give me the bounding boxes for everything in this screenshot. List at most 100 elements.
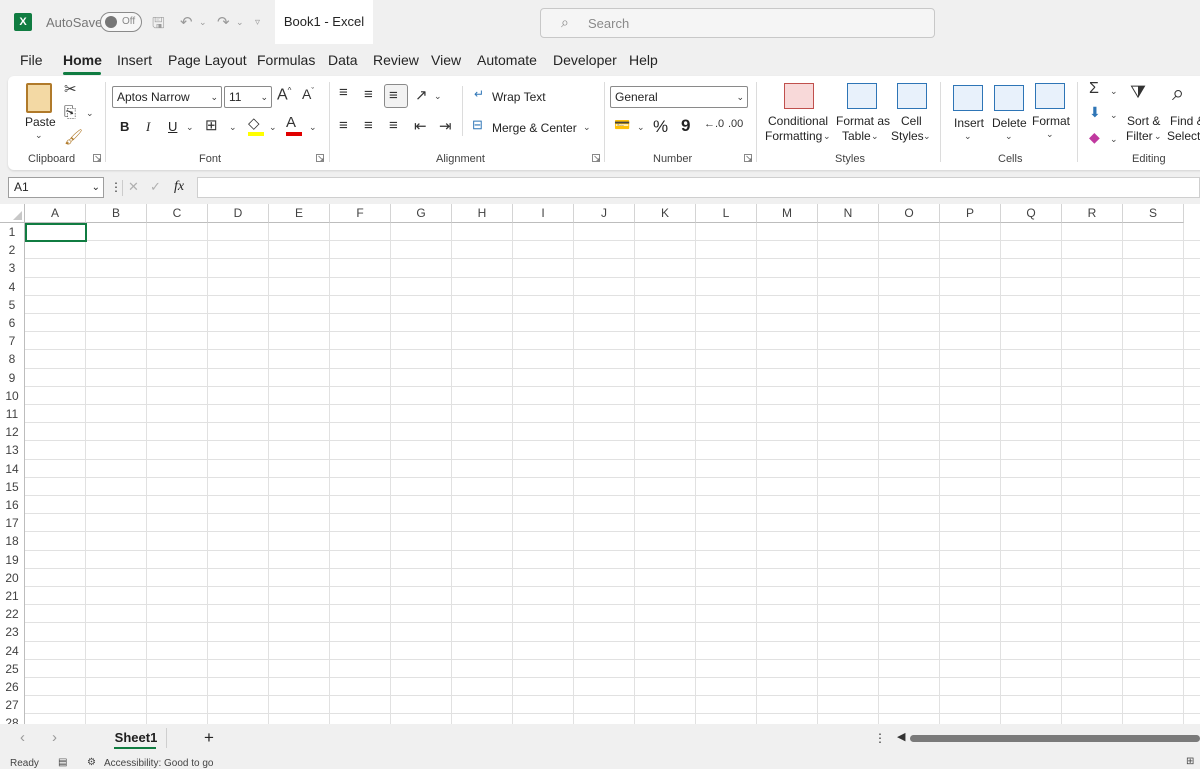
italic-button[interactable]: I	[146, 119, 150, 135]
row-header[interactable]: 23	[0, 623, 25, 642]
autosave-toggle[interactable]: Off	[100, 12, 142, 32]
column-header[interactable]: B	[86, 204, 147, 223]
row-header[interactable]: 1	[0, 223, 25, 242]
select-all-corner[interactable]	[0, 204, 25, 223]
chevron-down-icon[interactable]: ⌄	[1110, 134, 1118, 145]
underline-dropdown-icon[interactable]: ⌄	[186, 122, 194, 133]
column-header[interactable]: E	[269, 204, 330, 223]
column-header[interactable]: J	[574, 204, 635, 223]
chevron-down-icon[interactable]: ⌄	[1005, 131, 1013, 142]
row-header[interactable]: 17	[0, 514, 25, 533]
cell-styles-label-2[interactable]: Styles	[891, 129, 924, 143]
alignment-launcher-icon[interactable]: ↘	[592, 154, 601, 163]
sort-filter-label-2[interactable]: Filter	[1126, 129, 1153, 143]
format-cells-icon[interactable]	[1035, 83, 1065, 109]
row-header[interactable]: 8	[0, 350, 25, 369]
find-select-icon[interactable]: ⌕	[1172, 80, 1184, 106]
format-cells-button[interactable]: Format	[1032, 114, 1070, 128]
sort-filter-label-1[interactable]: Sort &	[1127, 114, 1160, 128]
orientation-icon[interactable]: ↗	[415, 86, 428, 104]
font-launcher-icon[interactable]: ↘	[316, 154, 325, 163]
conditional-formatting-label-1[interactable]: Conditional	[768, 114, 828, 128]
delete-cells-button[interactable]: Delete	[992, 116, 1027, 130]
delete-cells-icon[interactable]	[994, 85, 1024, 111]
number-launcher-icon[interactable]: ↘	[744, 154, 753, 163]
column-header[interactable]: S	[1123, 204, 1184, 223]
merge-dropdown-icon[interactable]: ⌄	[583, 122, 591, 133]
tab-insert[interactable]: Insert	[117, 52, 152, 68]
chevron-down-icon[interactable]: ⌄	[1154, 131, 1162, 142]
chevron-down-icon[interactable]: ⌄	[964, 131, 972, 142]
align-left-icon[interactable]: ≡	[339, 117, 348, 134]
font-color-icon[interactable]: A	[286, 114, 296, 131]
row-header[interactable]: 16	[0, 496, 25, 515]
customize-toolbar-icon[interactable]: ▿	[255, 17, 260, 28]
decrease-indent-icon[interactable]: ⇤	[414, 117, 427, 135]
column-header[interactable]: M	[757, 204, 818, 223]
worksheet-grid[interactable]: ABCDEFGHIJKLMNOPQRS 1 2 3 4 5 6 7 8 9 10 11 12 13 14 1…	[0, 204, 1200, 724]
underline-button[interactable]: U	[168, 119, 177, 134]
column-header[interactable]: L	[696, 204, 757, 223]
tab-developer[interactable]: Developer	[553, 52, 617, 68]
row-header[interactable]: 5	[0, 295, 25, 314]
autosum-icon[interactable]: Σ	[1089, 80, 1099, 98]
merge-center-button[interactable]: Merge & Center	[492, 121, 577, 135]
more-sheets-icon[interactable]: ⋮	[874, 731, 886, 745]
clipboard-launcher-icon[interactable]: ↘	[93, 154, 102, 163]
font-color-dropdown-icon[interactable]: ⌄	[309, 122, 317, 133]
row-header[interactable]: 26	[0, 678, 25, 697]
column-header[interactable]: Q	[1001, 204, 1062, 223]
paste-dropdown-icon[interactable]: ⌄	[35, 130, 43, 141]
tab-review[interactable]: Review	[373, 52, 419, 68]
decrease-font-icon[interactable]: Aˇ	[302, 86, 314, 102]
row-header[interactable]: 9	[0, 368, 25, 387]
find-select-label-2[interactable]: Select	[1167, 129, 1200, 143]
comma-style-button[interactable]: 9	[681, 116, 690, 136]
cut-icon[interactable]: ✂	[64, 80, 77, 98]
accounting-format-icon[interactable]: 💳	[614, 117, 630, 133]
row-header[interactable]: 12	[0, 423, 25, 442]
row-header[interactable]: 4	[0, 277, 25, 296]
paste-icon[interactable]	[26, 83, 52, 113]
find-select-label-1[interactable]: Find &	[1170, 114, 1200, 128]
cancel-entry-icon[interactable]: ✕	[128, 179, 139, 195]
save-icon[interactable]: 🖫	[152, 13, 165, 38]
undo-dropdown-icon[interactable]: ⌄	[199, 17, 207, 28]
undo-icon[interactable]: ↶	[180, 13, 193, 31]
redo-icon[interactable]: ↷	[217, 13, 230, 31]
column-header[interactable]: D	[208, 204, 269, 223]
row-header[interactable]: 7	[0, 332, 25, 351]
align-center-icon[interactable]: ≡	[364, 117, 373, 134]
row-header[interactable]: 21	[0, 587, 25, 606]
insert-function-button[interactable]: fx	[174, 179, 184, 195]
row-header[interactable]: 10	[0, 386, 25, 405]
chevron-down-icon[interactable]: ⌄	[823, 131, 831, 142]
column-header[interactable]: R	[1062, 204, 1123, 223]
font-size-select[interactable]: 11 ⌄	[224, 86, 272, 108]
tab-data[interactable]: Data	[328, 52, 358, 68]
chevron-down-icon[interactable]: ⌄	[1110, 86, 1118, 97]
accounting-dropdown-icon[interactable]: ⌄	[637, 122, 645, 133]
accessibility-status[interactable]: Accessibility: Good to go	[104, 758, 214, 769]
row-header[interactable]: 20	[0, 568, 25, 587]
formula-input[interactable]	[197, 177, 1200, 198]
row-header[interactable]: 24	[0, 641, 25, 660]
column-header[interactable]: G	[391, 204, 452, 223]
tab-file[interactable]: File	[20, 52, 43, 68]
number-format-select[interactable]: General ⌄	[610, 86, 748, 108]
chevron-down-icon[interactable]: ⌄	[1046, 129, 1054, 140]
align-right-icon[interactable]: ≡	[389, 117, 398, 134]
row-header[interactable]: 2	[0, 241, 25, 260]
format-as-table-icon[interactable]	[847, 83, 877, 109]
format-painter-icon[interactable]: 🖌	[64, 128, 83, 146]
column-header[interactable]: N	[818, 204, 879, 223]
borders-dropdown-icon[interactable]: ⌄	[229, 122, 237, 133]
row-header[interactable]: 14	[0, 459, 25, 478]
column-header[interactable]: I	[513, 204, 574, 223]
row-header[interactable]: 11	[0, 405, 25, 424]
scroll-left-arrow-icon[interactable]: ◀	[897, 730, 905, 743]
copy-dropdown-icon[interactable]: ⌄	[86, 108, 94, 119]
conditional-formatting-label-2[interactable]: Formatting	[765, 129, 822, 143]
conditional-formatting-icon[interactable]	[784, 83, 814, 109]
column-header[interactable]: H	[452, 204, 513, 223]
